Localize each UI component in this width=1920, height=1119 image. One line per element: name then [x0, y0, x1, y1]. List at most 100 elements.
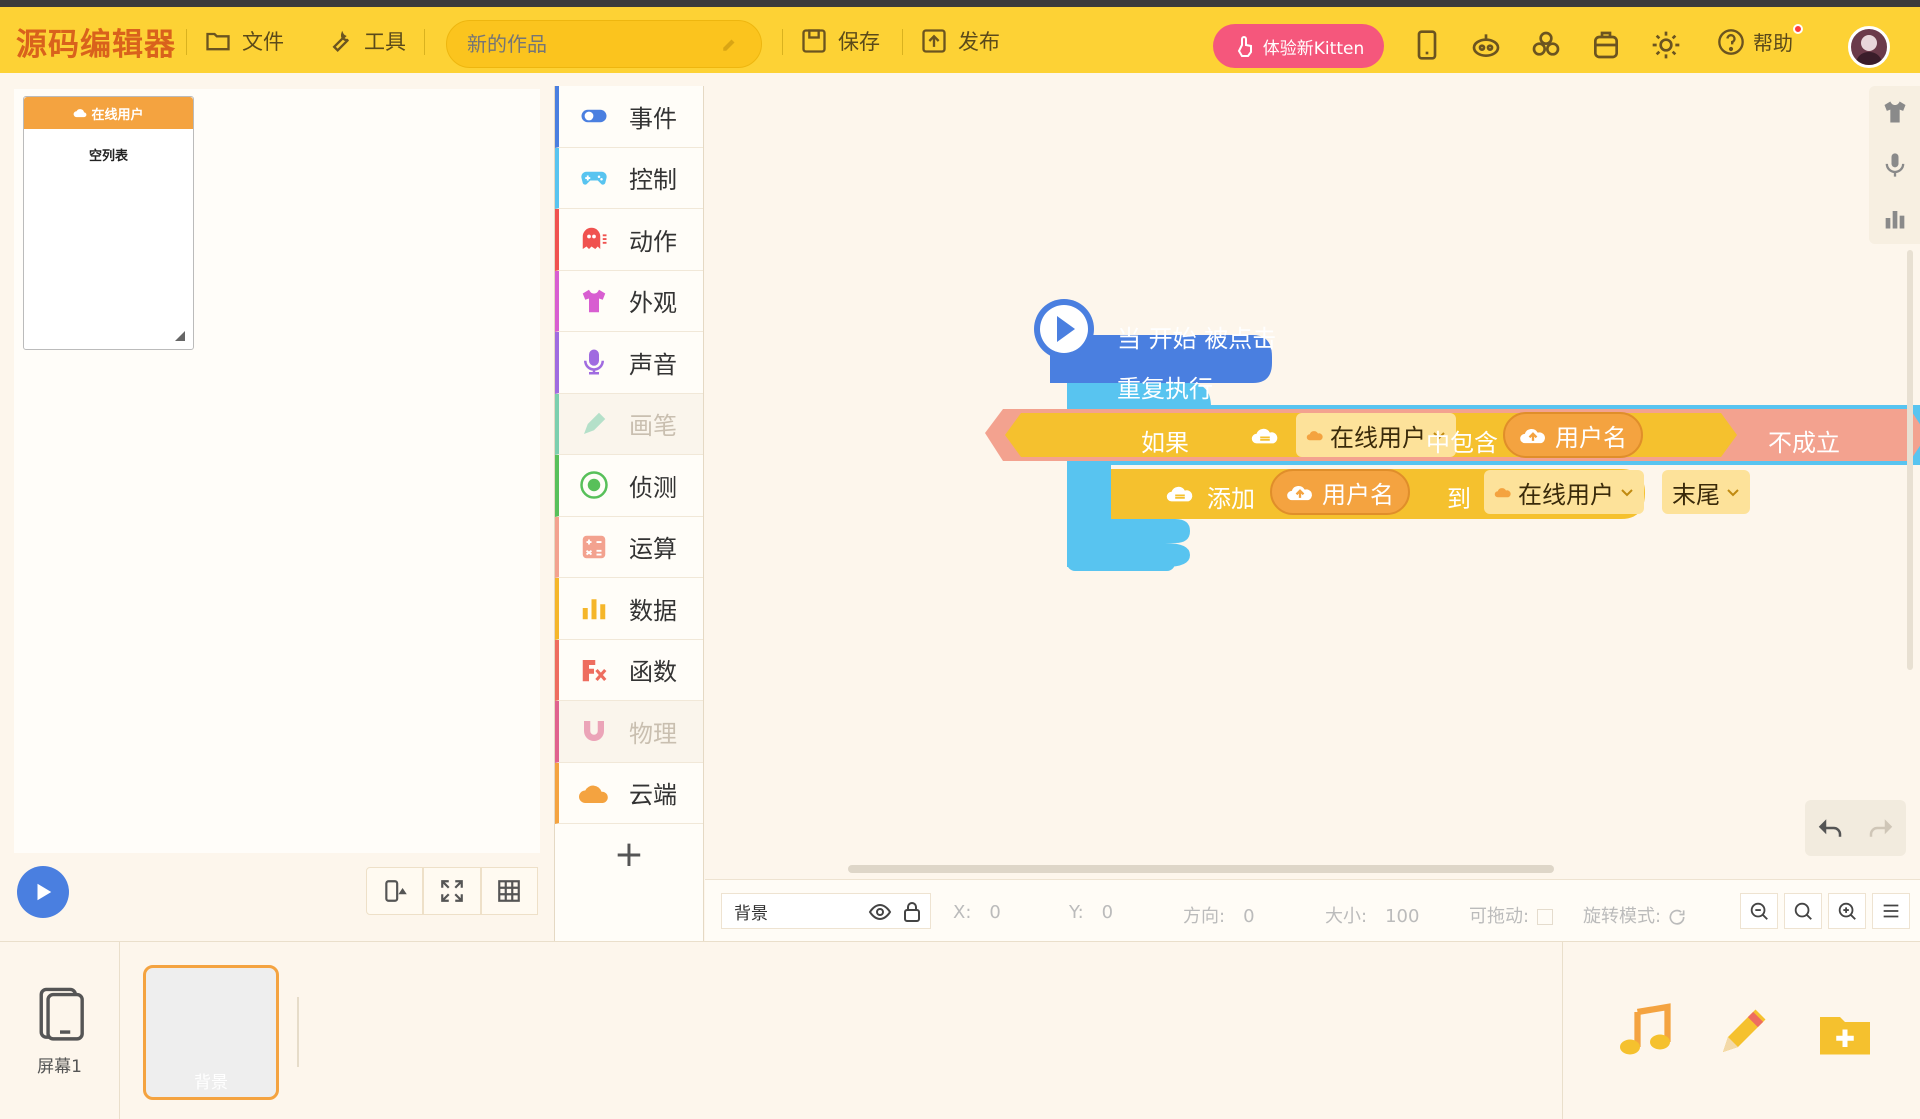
category-cloud[interactable]: 云端: [555, 762, 703, 824]
category-function[interactable]: 函数: [555, 639, 703, 701]
sprite-name-field[interactable]: 背景: [721, 893, 931, 929]
expand-icon: [441, 880, 463, 902]
category-magnet[interactable]: 物理: [555, 701, 703, 763]
category-bar-chart[interactable]: 数据: [555, 578, 703, 640]
tablet-screen-icon: [39, 987, 84, 1041]
folder-add-icon[interactable]: [1815, 1002, 1875, 1062]
rotation-mode-field[interactable]: 旋转模式:: [1583, 902, 1687, 928]
y-coordinate-field[interactable]: Y: 0: [1069, 902, 1113, 923]
resize-handle[interactable]: [175, 331, 185, 341]
top-toolbar: 源码编辑器 文件 工具 保存 发布 体验新Kitten 帮助: [0, 7, 1920, 73]
tools-menu-label: 工具: [364, 30, 406, 54]
category-ghost[interactable]: 动作: [555, 209, 703, 271]
tablet-icon[interactable]: [1411, 29, 1443, 61]
edit-pencil-icon[interactable]: [721, 35, 739, 53]
username-reporter[interactable]: 用户名: [1503, 412, 1643, 458]
tools-menu-button[interactable]: 工具: [326, 25, 406, 57]
redo-icon[interactable]: [1866, 813, 1896, 843]
category-toggle[interactable]: 事件: [555, 86, 703, 148]
category-pen[interactable]: 画笔: [555, 393, 703, 455]
code-workspace[interactable]: 当 开始 被点击 重复执行 如果 在线用户 中包含 用户名 不成立 添加 用户名…: [705, 73, 1920, 879]
direction-value: 0: [1243, 906, 1255, 927]
draggable-field[interactable]: 可拖动:: [1469, 902, 1554, 928]
publish-button[interactable]: 发布: [920, 25, 1000, 57]
user-avatar[interactable]: [1848, 26, 1890, 68]
pencil-draw-icon[interactable]: [1713, 1002, 1773, 1062]
window-top-edge: [0, 0, 1920, 7]
music-note-icon[interactable]: [1615, 1002, 1675, 1062]
username-reporter-label: 用户名: [1322, 480, 1394, 509]
phone-dropdown-icon: [384, 880, 407, 902]
microphone-icon: [579, 347, 609, 377]
zoom-reset-button[interactable]: [1784, 893, 1822, 929]
cloud-icon: [579, 778, 609, 808]
cloud-upload-icon: [1520, 428, 1545, 444]
category-calculator[interactable]: 运算: [555, 516, 703, 578]
category-label: 云端: [629, 781, 677, 810]
workspace-menu-button[interactable]: [1872, 893, 1910, 929]
draggable-label: 可拖动:: [1469, 906, 1530, 927]
position-dropdown[interactable]: 末尾: [1662, 470, 1750, 514]
add-target-list-dropdown[interactable]: 在线用户: [1484, 470, 1644, 514]
app-logo: 源码编辑器: [16, 27, 176, 63]
grid-toggle-button[interactable]: [480, 867, 538, 915]
robot-icon[interactable]: [1470, 29, 1502, 61]
try-kitten-button[interactable]: 体验新Kitten: [1213, 24, 1384, 68]
bar-chart-icon[interactable]: [1881, 204, 1909, 232]
username-reporter[interactable]: 用户名: [1270, 469, 1410, 515]
lock-icon[interactable]: [900, 900, 924, 924]
direction-label: 方向:: [1183, 906, 1226, 927]
publish-label: 发布: [958, 30, 1000, 54]
undo-icon[interactable]: [1815, 813, 1845, 843]
add-block-label: 添加: [1207, 485, 1255, 513]
sprite-property-bar: 背景 X: 0 Y: 0 方向: 0 大小: 100 可拖动: 旋转模式:: [705, 879, 1920, 941]
shirt-icon[interactable]: [1881, 98, 1909, 126]
fullscreen-button[interactable]: [423, 867, 481, 915]
play-icon: [37, 883, 52, 901]
hat-block-label: 当 开始 被点击: [1117, 325, 1277, 353]
forever-block-label: 重复执行: [1117, 375, 1213, 403]
sprite-name-value: 背景: [734, 903, 768, 924]
vertical-scrollbar[interactable]: [1907, 250, 1913, 670]
category-shirt[interactable]: 外观: [555, 270, 703, 332]
zoom-out-button[interactable]: [1740, 893, 1778, 929]
folder-icon: [206, 32, 230, 51]
backpack-icon[interactable]: [1590, 29, 1622, 61]
file-menu-button[interactable]: 文件: [204, 25, 284, 57]
cubes-icon[interactable]: [1530, 29, 1562, 61]
screen-1-button[interactable]: 屏幕1: [0, 942, 120, 1119]
contains-list-name: 在线用户: [1330, 423, 1426, 452]
device-select-button[interactable]: [366, 867, 424, 915]
ghost-icon: [579, 224, 609, 254]
bar-chart-icon: [579, 593, 609, 623]
cloud-icon: [74, 109, 87, 118]
add-extension-button[interactable]: +: [555, 824, 703, 884]
project-title-input[interactable]: [467, 32, 707, 56]
background-thumbnail[interactable]: 背景: [143, 965, 279, 1100]
run-project-button[interactable]: [17, 866, 69, 918]
category-radar[interactable]: 侦测: [555, 455, 703, 517]
save-button[interactable]: 保存: [800, 25, 880, 57]
function-icon: [579, 655, 609, 685]
category-label: 动作: [629, 227, 677, 256]
direction-field[interactable]: 方向: 0: [1183, 902, 1255, 928]
list-monitor-widget[interactable]: 在线用户 空列表: [23, 96, 194, 350]
rotate-icon[interactable]: [1667, 907, 1687, 927]
zoom-in-icon: [1838, 902, 1856, 920]
wrench-icon: [332, 30, 349, 52]
horizontal-scrollbar[interactable]: [848, 865, 1554, 873]
category-label: 控制: [629, 166, 677, 195]
zoom-in-button[interactable]: [1828, 893, 1866, 929]
position-dropdown-value: 末尾: [1672, 480, 1720, 509]
microphone-icon[interactable]: [1881, 151, 1909, 179]
category-microphone[interactable]: 声音: [555, 332, 703, 394]
x-coordinate-field[interactable]: X: 0: [953, 902, 1001, 923]
help-button[interactable]: 帮助: [1717, 24, 1803, 56]
draggable-checkbox[interactable]: [1537, 909, 1554, 925]
eye-icon[interactable]: [868, 900, 892, 924]
cloud-list-icon: [1251, 428, 1278, 444]
size-field[interactable]: 大小: 100: [1325, 902, 1419, 928]
category-gamepad[interactable]: 控制: [555, 147, 703, 209]
settings-gear-icon[interactable]: [1650, 29, 1682, 61]
rotation-mode-label: 旋转模式:: [1583, 906, 1662, 927]
